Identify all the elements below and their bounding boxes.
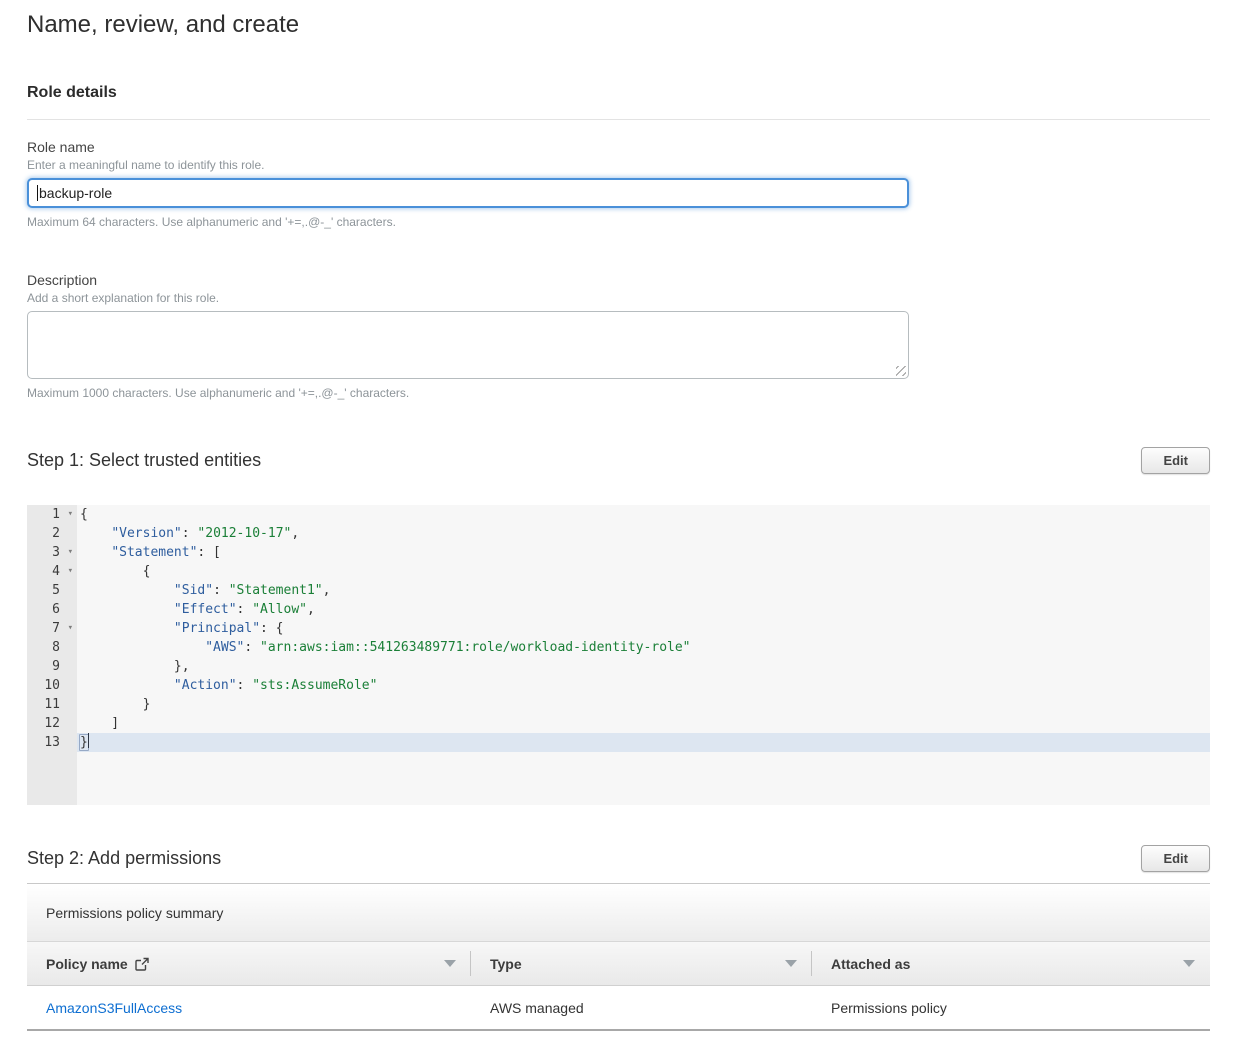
- code-line[interactable]: "Action": "sts:AssumeRole": [77, 676, 1210, 695]
- line-number: 5: [27, 581, 77, 600]
- role-name-label: Role name: [27, 139, 1210, 155]
- code-line[interactable]: }: [77, 695, 1210, 714]
- role-name-input[interactable]: backup-role: [27, 178, 909, 208]
- description-label: Description: [27, 272, 1210, 288]
- editor-gutter: 1▾23▾4▾567▾8910111213: [27, 505, 77, 805]
- step2-header-row: Step 2: Add permissions Edit: [27, 845, 1210, 872]
- description-help: Add a short explanation for this role.: [27, 291, 1210, 305]
- description-textarea[interactable]: [27, 311, 909, 379]
- code-line[interactable]: }: [77, 733, 1210, 752]
- sort-filter-icon[interactable]: [785, 960, 797, 967]
- text-cursor: [37, 185, 38, 201]
- line-number: 7▾: [27, 619, 77, 638]
- table-row: AmazonS3FullAccess AWS managedPermissions…: [27, 986, 1210, 1031]
- policy-name-link[interactable]: AmazonS3FullAccess: [46, 1000, 182, 1016]
- line-number: 4▾: [27, 562, 77, 581]
- line-number: 12: [27, 714, 77, 733]
- code-line[interactable]: {: [77, 562, 1210, 581]
- sort-filter-icon[interactable]: [1183, 960, 1195, 967]
- code-line[interactable]: "Sid": "Statement1",: [77, 581, 1210, 600]
- column-header-label: Type: [490, 956, 522, 972]
- fold-arrow-icon[interactable]: ▾: [68, 562, 73, 581]
- role-name-note: Maximum 64 characters. Use alphanumeric …: [27, 215, 1210, 229]
- external-link-icon[interactable]: [135, 957, 149, 971]
- role-details-heading: Role details: [27, 84, 1210, 102]
- fold-arrow-icon[interactable]: ▾: [68, 619, 73, 638]
- step2-title: Step 2: Add permissions: [27, 848, 221, 869]
- column-header-policy-name[interactable]: Policy name: [27, 942, 471, 985]
- column-header-label: Policy name: [46, 956, 128, 972]
- line-number: 3▾: [27, 543, 77, 562]
- table-header: Policy name Type Attached as: [27, 942, 1210, 986]
- resize-handle-icon[interactable]: [896, 366, 906, 376]
- column-header-attached-as[interactable]: Attached as: [812, 942, 1210, 985]
- role-name-value: backup-role: [39, 185, 112, 201]
- code-line[interactable]: },: [77, 657, 1210, 676]
- permissions-panel-title: Permissions policy summary: [27, 884, 1210, 942]
- editor-code-area[interactable]: { "Version": "2012-10-17", "Statement": …: [77, 505, 1210, 805]
- code-line[interactable]: {: [77, 505, 1210, 524]
- step1-title: Step 1: Select trusted entities: [27, 450, 261, 471]
- step1-header-row: Step 1: Select trusted entities Edit: [27, 447, 1210, 474]
- sort-filter-icon[interactable]: [444, 960, 456, 967]
- code-line[interactable]: ]: [77, 714, 1210, 733]
- main-content: Name, review, and create Role details Ro…: [0, 0, 1242, 1031]
- line-number: 10: [27, 676, 77, 695]
- policy-type-cell: AWS managed: [471, 986, 812, 1029]
- fold-arrow-icon[interactable]: ▾: [68, 543, 73, 562]
- line-number: 13: [27, 733, 77, 752]
- column-header-type[interactable]: Type: [471, 942, 812, 985]
- description-note: Maximum 1000 characters. Use alphanumeri…: [27, 386, 1210, 400]
- line-number: 6: [27, 600, 77, 619]
- divider: [27, 119, 1210, 120]
- table-body: AmazonS3FullAccess AWS managedPermissions…: [27, 986, 1210, 1031]
- code-line[interactable]: "Statement": [: [77, 543, 1210, 562]
- code-line[interactable]: "Version": "2012-10-17",: [77, 524, 1210, 543]
- step1-edit-button[interactable]: Edit: [1141, 447, 1210, 474]
- trust-policy-editor[interactable]: 1▾23▾4▾567▾8910111213 { "Version": "2012…: [27, 505, 1210, 805]
- editor-cursor: [88, 733, 89, 748]
- page-title: Name, review, and create: [27, 10, 1210, 40]
- step2-edit-button[interactable]: Edit: [1141, 845, 1210, 872]
- code-line[interactable]: "AWS": "arn:aws:iam::541263489771:role/w…: [77, 638, 1210, 657]
- column-header-label: Attached as: [831, 956, 910, 972]
- line-number: 8: [27, 638, 77, 657]
- line-number: 11: [27, 695, 77, 714]
- attached-as-cell: Permissions policy: [812, 986, 1210, 1029]
- line-number: 9: [27, 657, 77, 676]
- code-line[interactable]: "Effect": "Allow",: [77, 600, 1210, 619]
- line-number: 2: [27, 524, 77, 543]
- permissions-panel: Permissions policy summary Policy name Ty…: [27, 883, 1210, 1031]
- fold-arrow-icon[interactable]: ▾: [68, 505, 73, 524]
- line-number: 1▾: [27, 505, 77, 524]
- role-name-help: Enter a meaningful name to identify this…: [27, 158, 1210, 172]
- code-line[interactable]: "Principal": {: [77, 619, 1210, 638]
